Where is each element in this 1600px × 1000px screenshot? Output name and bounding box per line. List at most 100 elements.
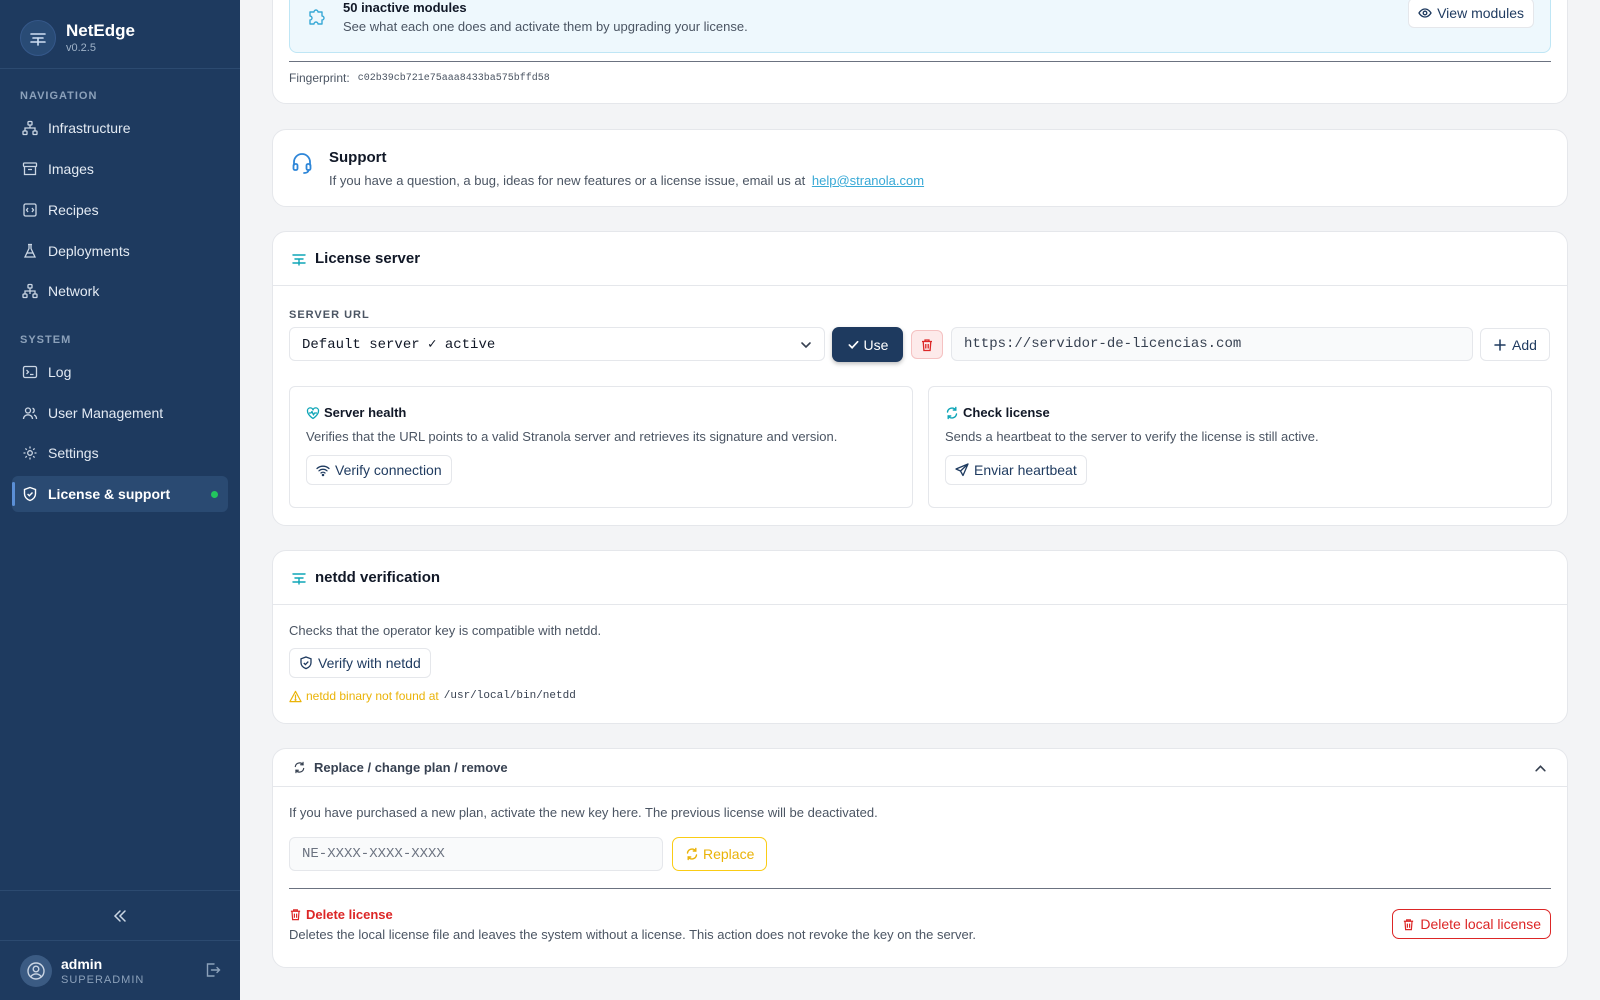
recipe-icon [23, 203, 37, 217]
refresh-icon [946, 406, 958, 419]
fingerprint-label: Fingerprint: [289, 71, 350, 85]
delete-server-button[interactable] [911, 330, 943, 359]
fingerprint-value: c02b39cb721e75aaa8433ba575bffd58 [357, 72, 550, 84]
server-url-input[interactable]: https://servidor-de-licencias.com [951, 327, 1473, 361]
refresh-icon [686, 847, 698, 861]
use-button-label: Use [863, 336, 889, 353]
sidebar-item-network[interactable]: Network [12, 273, 228, 309]
license-server-card: License server SERVER URL Default server… [272, 231, 1568, 526]
replace-button[interactable]: Replace [672, 837, 768, 871]
sidebar-item-label: Images [48, 161, 94, 177]
gear-icon [23, 446, 37, 460]
license-server-header: License server [273, 232, 1567, 286]
archive-icon [22, 162, 38, 176]
delete-local-license-button[interactable]: Delete local license [1392, 909, 1551, 939]
license-server-title: License server [315, 250, 421, 267]
sidebar-item-recipes[interactable]: Recipes [12, 192, 228, 228]
trash-icon [290, 909, 301, 921]
check-license-panel: Check license Sends a heartbeat to the s… [928, 386, 1552, 508]
replace-description: If you have purchased a new plan, activa… [289, 805, 878, 820]
logo-icon [20, 20, 56, 56]
sidebar: NetEdge v0.2.5 NAVIGATION Infrastructure… [0, 0, 240, 1000]
server-icon [292, 572, 306, 585]
sidebar-item-images[interactable]: Images [12, 151, 228, 187]
sidebar-item-label: Settings [48, 445, 99, 461]
server-health-title-row: Server health [306, 405, 406, 420]
verify-netdd-button[interactable]: Verify with netdd [289, 648, 431, 678]
network-icon [22, 283, 38, 299]
view-modules-button[interactable]: View modules [1408, 0, 1534, 28]
sidebar-item-label: Network [48, 283, 100, 299]
license-key-input[interactable]: NE-XXXX-XXXX-XXXX [289, 837, 663, 871]
add-server-label: Add [1512, 336, 1537, 353]
brand: NetEdge v0.2.5 [20, 20, 135, 56]
replace-license-card: Replace / change plan / remove If you ha… [272, 748, 1568, 968]
send-icon [955, 463, 969, 477]
support-card: Support If you have a question, a bug, i… [272, 129, 1568, 207]
use-button[interactable]: Use [832, 327, 903, 362]
delete-title-row: Delete license [289, 907, 393, 922]
verify-connection-label: Verify connection [335, 462, 442, 478]
heart-pulse-icon [306, 406, 320, 419]
check-license-title: Check license [963, 405, 1050, 420]
support-text-row: If you have a question, a bug, ideas for… [329, 173, 924, 188]
sidebar-item-infrastructure[interactable]: Infrastructure [12, 110, 228, 146]
verify-netdd-label: Verify with netdd [318, 655, 421, 671]
warning-icon [289, 690, 302, 702]
nav-section-label: NAVIGATION [20, 90, 98, 102]
user-profile: admin SUPERADMIN [20, 955, 224, 987]
sidebar-divider [0, 68, 240, 69]
puzzle-icon [309, 9, 325, 25]
collapse-sidebar-button[interactable] [108, 905, 132, 927]
terminal-icon [22, 365, 38, 379]
sidebar-item-user-management[interactable]: User Management [12, 395, 228, 431]
support-text: If you have a question, a bug, ideas for… [329, 173, 806, 188]
check-license-description: Sends a heartbeat to the server to verif… [945, 429, 1319, 444]
netdd-warning-path: /usr/local/bin/netdd [443, 690, 576, 702]
system-section-label: SYSTEM [20, 334, 72, 346]
wifi-icon [316, 465, 330, 477]
send-heartbeat-button[interactable]: Enviar heartbeat [945, 455, 1087, 485]
avatar[interactable] [20, 955, 52, 987]
sidebar-divider [0, 940, 240, 941]
replace-title: Replace / change plan / remove [314, 760, 508, 775]
users-icon [22, 407, 38, 420]
server-select[interactable]: Default server ✓ active [289, 327, 825, 361]
sidebar-item-label: Recipes [48, 202, 99, 218]
verify-connection-button[interactable]: Verify connection [306, 455, 452, 485]
plus-icon [1494, 338, 1506, 351]
sidebar-item-log[interactable]: Log [12, 354, 228, 390]
status-dot [211, 491, 218, 498]
license-key-placeholder: NE-XXXX-XXXX-XXXX [302, 846, 445, 862]
user-role: SUPERADMIN [61, 973, 145, 986]
inactive-modules-title: 50 inactive modules [343, 0, 467, 15]
inactive-modules-description: See what each one does and activate them… [343, 19, 748, 34]
server-icon [292, 253, 306, 266]
sidebar-item-label: Deployments [48, 243, 130, 259]
check-license-title-row: Check license [945, 405, 1050, 420]
add-server-button[interactable]: Add [1480, 328, 1550, 361]
shield-icon [23, 486, 37, 502]
replace-header[interactable]: Replace / change plan / remove [273, 749, 1567, 787]
server-url-label: SERVER URL [289, 309, 370, 321]
sidebar-item-deployments[interactable]: Deployments [12, 233, 228, 269]
logout-icon [206, 963, 221, 977]
sidebar-item-label: License & support [48, 486, 171, 502]
sidebar-item-settings[interactable]: Settings [12, 435, 228, 471]
sidebar-divider [0, 890, 240, 891]
server-url-value: https://servidor-de-licencias.com [964, 336, 1242, 352]
shield-check-icon [300, 656, 312, 670]
netdd-warning: netdd binary not found at /usr/local/bin… [289, 689, 576, 703]
brand-name: NetEdge [66, 21, 135, 40]
delete-local-license-label: Delete local license [1420, 916, 1541, 932]
chevron-down-icon [801, 342, 811, 349]
banner-divider [289, 61, 1551, 62]
sidebar-item-license-support[interactable]: License & support [12, 476, 228, 512]
support-email-link[interactable]: help@stranola.com [812, 173, 924, 188]
delete-description: Deletes the local license file and leave… [289, 927, 976, 942]
user-name: admin [61, 955, 103, 972]
send-heartbeat-label: Enviar heartbeat [974, 462, 1077, 478]
flask-icon [23, 243, 37, 258]
logout-button[interactable] [204, 961, 224, 981]
delete-title: Delete license [306, 907, 393, 922]
